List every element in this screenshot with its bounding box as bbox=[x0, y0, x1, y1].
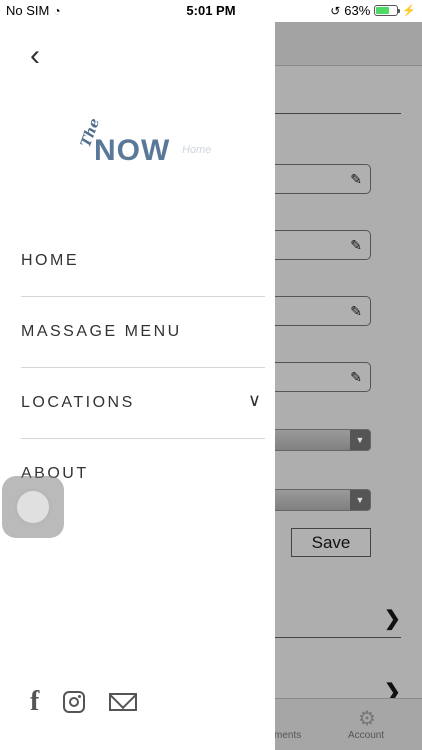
orientation-lock-icon: ↺ bbox=[330, 3, 341, 18]
battery-percent: 63% bbox=[344, 3, 371, 18]
menu-item-home[interactable]: HOME bbox=[21, 226, 265, 297]
drawer-menu: HOME MASSAGE MENU LOCATIONS ∨ ABOUT bbox=[21, 226, 265, 510]
chevron-right-icon: ❯ bbox=[384, 608, 401, 630]
menu-item-locations[interactable]: LOCATIONS ∨ bbox=[21, 368, 265, 439]
logo-now: NOW bbox=[94, 134, 171, 167]
background-input-1: ✎ bbox=[262, 164, 371, 194]
pencil-icon: ✎ bbox=[350, 237, 362, 253]
background-save-button: Save bbox=[291, 528, 371, 557]
dropdown-caret-icon: ▼ bbox=[350, 430, 370, 450]
background-input-3: ✎ bbox=[262, 296, 371, 326]
menu-item-label: LOCATIONS bbox=[21, 394, 135, 411]
social-links: f bbox=[30, 686, 138, 718]
instagram-icon[interactable] bbox=[63, 691, 86, 713]
chevron-left-icon: ‹ bbox=[30, 39, 40, 72]
background-input-4: ✎ bbox=[262, 362, 371, 392]
status-bar: No SIM ◔ 5:01 PM ↺ 63% ⚡ bbox=[0, 0, 422, 22]
mail-icon[interactable] bbox=[109, 693, 138, 711]
menu-item-label: HOME bbox=[21, 252, 79, 269]
back-button[interactable]: ‹ bbox=[30, 38, 60, 74]
charging-icon: ⚡ bbox=[402, 5, 416, 17]
chevron-down-icon[interactable]: ∨ bbox=[248, 390, 261, 411]
assistive-touch-icon bbox=[14, 488, 52, 526]
assistive-touch-button[interactable] bbox=[2, 476, 64, 538]
menu-item-label: MASSAGE MENU bbox=[21, 323, 182, 340]
gear-icon: ⚙ bbox=[358, 708, 376, 730]
dropdown-caret-icon: ▼ bbox=[350, 490, 370, 510]
battery-icon bbox=[374, 5, 401, 16]
logo-home: Home bbox=[182, 144, 212, 156]
tab-label-account: Account bbox=[348, 730, 385, 741]
background-select-2: ▼ bbox=[262, 489, 371, 511]
background-select-1: ▼ bbox=[262, 429, 371, 451]
facebook-icon[interactable]: f bbox=[30, 686, 39, 718]
pencil-icon: ✎ bbox=[350, 303, 362, 319]
pencil-icon: ✎ bbox=[350, 369, 362, 385]
background-input-2: ✎ bbox=[262, 230, 371, 260]
side-drawer: ‹ The NOW Home HOME MASSAGE MENU LOCATIO… bbox=[0, 22, 275, 750]
tab-label-appointments: ments bbox=[274, 730, 302, 741]
background-divider bbox=[275, 637, 401, 638]
pencil-icon: ✎ bbox=[350, 171, 362, 187]
menu-item-massage-menu[interactable]: MASSAGE MENU bbox=[21, 297, 265, 368]
brand-logo: The NOW Home bbox=[78, 116, 220, 168]
background-divider bbox=[275, 113, 401, 114]
